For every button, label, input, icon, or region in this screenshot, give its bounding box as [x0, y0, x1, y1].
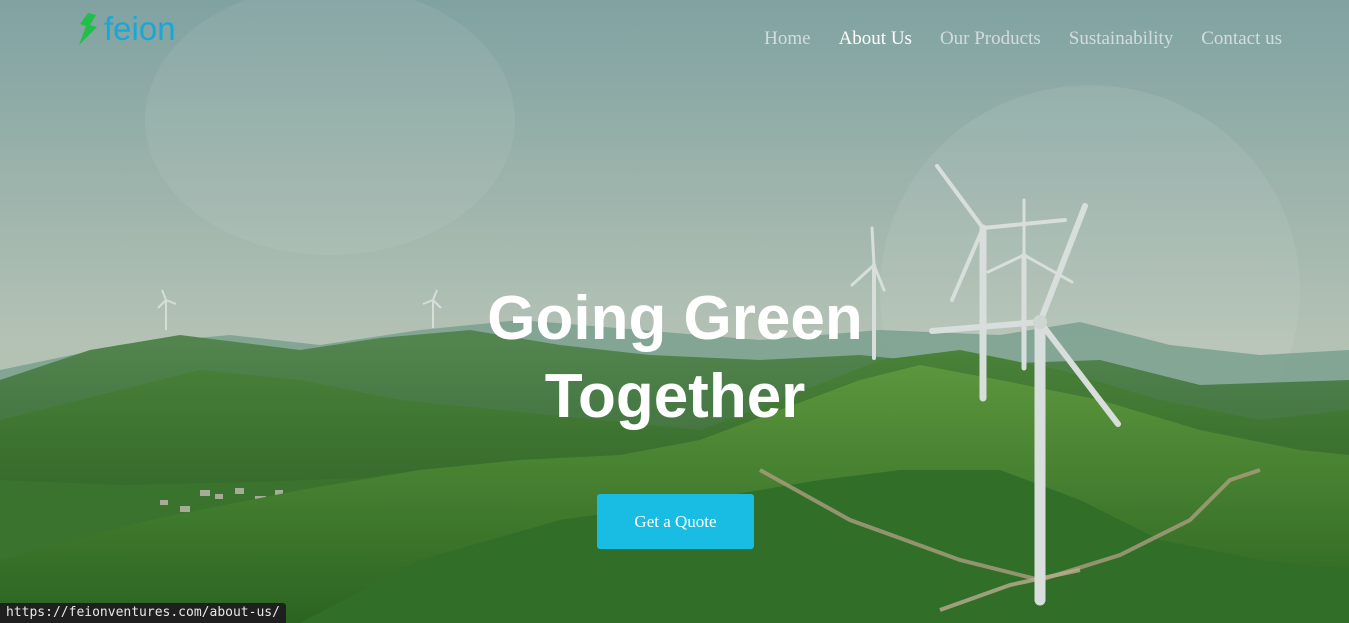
browser-status-url: https://feionventures.com/about-us/ [0, 603, 286, 623]
nav-sustainability[interactable]: Sustainability [1069, 27, 1174, 51]
main-navigation: Home About Us Our Products Sustainabilit… [764, 27, 1282, 51]
hero-headline: Going Green Together [375, 280, 975, 436]
brand-logo[interactable]: feion [76, 11, 176, 47]
hero-headline-line2: Together [544, 362, 806, 431]
get-a-quote-button[interactable]: Get a Quote [597, 494, 754, 549]
hero-section: feion Home About Us Our Products Sustain… [0, 0, 1349, 623]
feion-leaf-icon [79, 13, 97, 45]
hero-headline-line1: Going Green [487, 284, 863, 353]
nav-contact-us[interactable]: Contact us [1201, 27, 1282, 51]
nav-home[interactable]: Home [764, 27, 810, 51]
nav-our-products[interactable]: Our Products [940, 27, 1041, 51]
nav-about-us[interactable]: About Us [839, 27, 912, 51]
brand-name: feion [104, 10, 176, 47]
